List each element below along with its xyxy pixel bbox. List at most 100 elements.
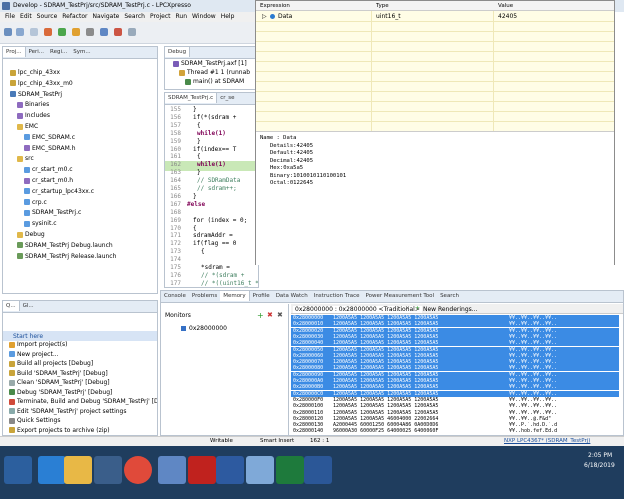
resume-icon[interactable] <box>128 28 136 36</box>
explorer-icon[interactable] <box>64 456 92 484</box>
tree-item[interactable]: Binaries <box>3 101 49 111</box>
editor-tab-1[interactable]: cr_se <box>217 93 237 103</box>
bottom-tab-problems[interactable]: Problems <box>189 291 220 301</box>
editor-tab-0[interactable]: SDRAM_TestPrj.c <box>165 93 218 103</box>
excel-icon[interactable] <box>276 456 304 484</box>
tab-3[interactable]: Sym... <box>70 47 93 57</box>
menu-search[interactable]: Search <box>124 13 145 20</box>
tree-item[interactable]: SDRAM_TestPrj <box>3 91 62 101</box>
code-text: if(index== T <box>193 145 237 153</box>
tree-item[interactable]: Includes <box>3 112 50 122</box>
menu-help[interactable]: Help <box>221 13 235 20</box>
quickstart-item[interactable]: Build 'SDRAM_TestPrj' [Debug] <box>3 370 157 380</box>
quickstart-item[interactable]: Build all projects [Debug] <box>3 360 157 370</box>
quickstart-item[interactable]: Quick Settings <box>3 417 157 427</box>
run-icon[interactable] <box>58 28 66 36</box>
remove-all-icon[interactable]: ✖ <box>277 311 283 319</box>
quickstart-item[interactable]: Import project(s) <box>3 341 157 351</box>
tree-item[interactable]: src <box>3 155 34 165</box>
close-rendering-icon[interactable]: ✕ <box>405 305 410 312</box>
menu-file[interactable]: File <box>5 13 15 20</box>
menu-run[interactable]: Run <box>176 13 188 20</box>
monitor-item[interactable]: 0x28000000 <box>167 324 277 334</box>
detail-line: Hex:0xa5a5 <box>270 165 304 171</box>
tree-item[interactable]: SDRAM_TestPrj Debug.launch <box>3 242 113 252</box>
menu-window[interactable]: Window <box>192 13 216 20</box>
stop-icon[interactable] <box>86 28 94 36</box>
menu-navigate[interactable]: Navigate <box>92 13 119 20</box>
chrome-icon[interactable] <box>124 456 152 484</box>
step-icon[interactable] <box>100 28 108 36</box>
menu-edit[interactable]: Edit <box>20 13 32 20</box>
tree-item[interactable]: SDRAM_TestPrj.c <box>3 209 81 219</box>
quickstart-item[interactable]: Edit 'SDRAM_TestPrj' project settings <box>3 408 157 418</box>
tab-1[interactable]: Peri... <box>26 47 48 57</box>
code-area[interactable]: 155} 156 if(*(sdram + 157 {158 while(1) 159} 16… <box>165 106 258 287</box>
new-icon[interactable] <box>4 28 12 36</box>
tree-item[interactable]: Debug <box>3 231 45 241</box>
tree-item[interactable]: lpc_chip_43xx_m0 <box>3 80 73 90</box>
word-icon[interactable] <box>304 456 332 484</box>
build-icon[interactable] <box>72 28 80 36</box>
line-number: 176 <box>170 271 181 279</box>
quickstart-item[interactable]: Debug 'SDRAM_TestPrj' [Debug] <box>3 389 157 399</box>
menu-source[interactable]: Source <box>37 13 58 20</box>
media-icon[interactable] <box>94 456 122 484</box>
quickstart-item[interactable]: Clean 'SDRAM_TestPrj' [Debug] <box>3 379 157 389</box>
tree-item[interactable]: cr_start_m0.c <box>3 166 73 176</box>
add-monitor-icon[interactable]: + <box>257 311 264 320</box>
expression-row[interactable]: ▷ Data uint16_t 42405 <box>256 11 614 21</box>
tree-item[interactable]: EMC_SDRAM.h <box>3 145 76 155</box>
ie-icon[interactable] <box>38 456 66 484</box>
tree-item[interactable]: crp.c <box>3 199 47 209</box>
quickstart-item-label: Import project(s) <box>17 341 68 348</box>
quickstart-item[interactable]: Terminate, Build and Debug 'SDRAM_TestPr… <box>3 398 157 408</box>
acrobat-icon[interactable] <box>188 456 216 484</box>
expand-icon[interactable]: ▷ <box>262 13 267 20</box>
bottom-tab-search[interactable]: Search <box>437 291 462 301</box>
tree-item[interactable]: SDRAM_TestPrj Release.launch <box>3 253 116 263</box>
rendering-tab[interactable]: 0x28000000 : 0x28000000 <Traditional> <box>293 306 422 313</box>
bottom-tab-data-watch[interactable]: Data Watch <box>273 291 311 301</box>
tree-item[interactable]: cr_start_m0.h <box>3 177 73 187</box>
debug-icon[interactable] <box>44 28 52 36</box>
tree-item[interactable]: EMC_SDRAM.c <box>3 134 75 144</box>
remove-monitor-icon[interactable]: ✖ <box>267 311 273 319</box>
bottom-tab-instruction-trace[interactable]: Instruction Trace <box>311 291 363 301</box>
menu-refactor[interactable]: Refactor <box>62 13 87 20</box>
lpcxpresso-icon[interactable] <box>158 456 186 484</box>
tree-item[interactable]: EMC <box>3 123 38 133</box>
status-target[interactable]: NXP LPC4367* (SDRAM_TestPrj) <box>504 438 590 444</box>
qs-tab-0[interactable]: Q... <box>3 301 20 311</box>
bottom-tab-profile[interactable]: Profile <box>250 291 273 301</box>
file-icon <box>17 112 23 119</box>
quickstart-item[interactable]: New project... <box>3 351 157 361</box>
quickstart-item[interactable]: Export projects to archive (zip) <box>3 427 157 437</box>
clock-date: 6/18/2019 <box>584 462 615 469</box>
qs-tab-1[interactable]: Gl... <box>20 301 37 311</box>
terminate-icon[interactable] <box>114 28 122 36</box>
tree-item[interactable]: cr_startup_lpc43xx.c <box>3 188 94 198</box>
tab-0[interactable]: Proj... <box>3 47 26 57</box>
new-rendering-icon[interactable]: + <box>415 305 420 312</box>
bottom-tab-memory[interactable]: Memory <box>220 291 250 301</box>
bottom-tab-console[interactable]: Console <box>161 291 189 301</box>
tree-item[interactable]: lpc_chip_43xx <box>3 69 60 79</box>
app-icon-2[interactable] <box>216 456 244 484</box>
clock-time: 2:05 PM <box>588 452 613 459</box>
memory-data: 1200A5A5 1200A5A5 1200A5A5 1200A5A5 <box>333 359 509 366</box>
menu-project[interactable]: Project <box>150 13 171 20</box>
start-icon[interactable] <box>4 456 32 484</box>
memory-row[interactable]: 0x28000140 96000A30 60000F25 64000025 640… <box>291 428 623 434</box>
expression-details: Name : Data Details:42405 Default:42405 Dec… <box>256 131 614 265</box>
bottom-tab-power-measurement-tool[interactable]: Power Measurement Tool <box>362 291 437 301</box>
tree-item[interactable]: sysinit.c <box>3 220 57 230</box>
debug-item[interactable]: main() at SDRAM <box>165 78 244 88</box>
file-icon <box>17 231 23 238</box>
snipping-icon[interactable] <box>246 456 274 484</box>
print-icon[interactable] <box>30 28 38 36</box>
tab-debug[interactable]: Debug <box>165 47 191 57</box>
save-icon[interactable] <box>16 28 24 36</box>
new-renderings-tab[interactable]: New Renderings... <box>423 306 477 313</box>
tab-2[interactable]: Regi... <box>47 47 70 57</box>
